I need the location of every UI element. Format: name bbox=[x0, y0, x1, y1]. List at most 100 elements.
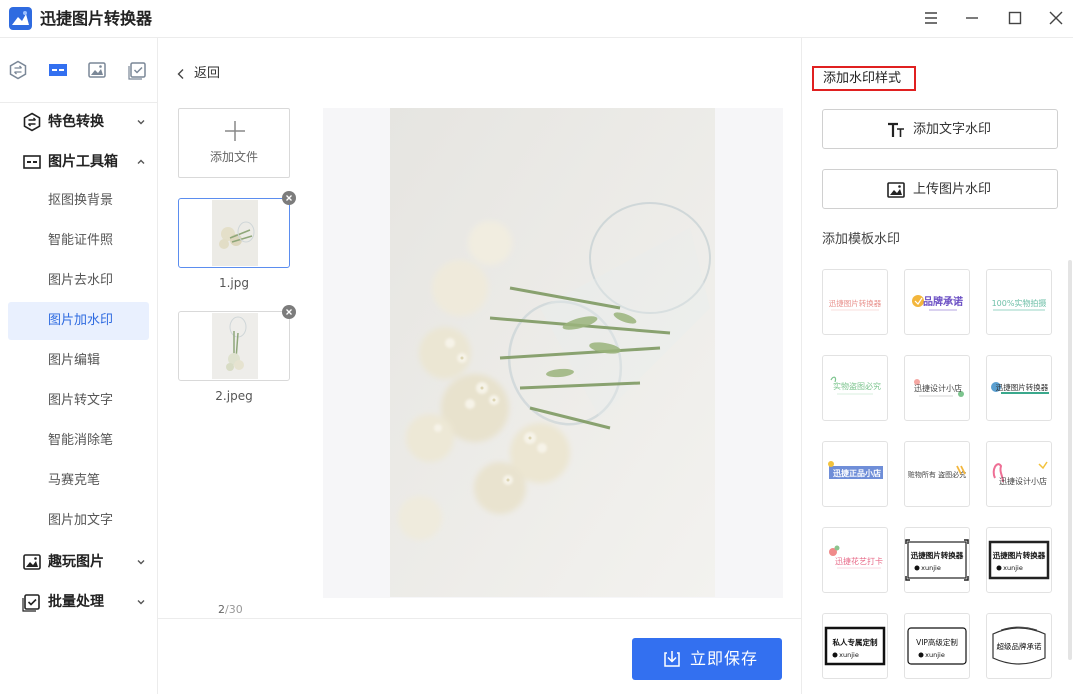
sidebar-item-label: 图片编辑 bbox=[48, 353, 101, 368]
watermark-template-15[interactable]: 超级品牌承诺 bbox=[986, 613, 1052, 679]
file-thumbnail-1[interactable] bbox=[178, 198, 290, 268]
watermark-template-8[interactable]: 赃物所有 盗图必究 bbox=[904, 441, 970, 507]
template-text: 迅捷设计小店 bbox=[999, 476, 1047, 486]
template-text: 迅捷图片转换器 bbox=[996, 382, 1049, 392]
add-text-watermark-label: 添加文字水印 bbox=[913, 122, 992, 137]
sidebar-group-batch[interactable]: 批量处理 bbox=[22, 590, 148, 614]
sidebar-group-special-convert[interactable]: 特色转换 bbox=[22, 110, 148, 134]
sidebar-tab-strip bbox=[0, 38, 157, 103]
template-text: 品牌承诺 bbox=[923, 295, 963, 308]
file-count-total: /30 bbox=[225, 603, 243, 616]
watermark-template-6[interactable]: 迅捷图片转换器 bbox=[986, 355, 1052, 421]
download-icon bbox=[664, 651, 680, 667]
add-text-watermark-button[interactable]: 添加文字水印 bbox=[822, 109, 1058, 149]
sidebar-group-fun-images[interactable]: 趣玩图片 bbox=[22, 550, 148, 574]
add-file-button[interactable]: 添加文件 bbox=[178, 108, 290, 178]
sidebar: 特色转换 图片工具箱 抠图换背景 智能证件照 图片去水印 图片加水印 图片编辑 … bbox=[0, 38, 158, 694]
panel-title-text: 添加水印样式 bbox=[823, 71, 902, 86]
watermark-template-4[interactable]: 实物盗图必究 bbox=[822, 355, 888, 421]
template-preview: 100%实物拍摄 bbox=[992, 298, 1047, 311]
batch-icon bbox=[22, 594, 40, 612]
preview-image bbox=[390, 108, 715, 597]
sidebar-item-image-to-text[interactable]: 图片转文字 bbox=[8, 382, 149, 420]
file-name-1: 1.jpg bbox=[218, 276, 250, 290]
template-text: 100%实物拍摄 bbox=[992, 298, 1047, 308]
maximize-icon bbox=[1008, 11, 1022, 25]
app-title: 迅捷图片转换器 bbox=[40, 9, 153, 28]
tab-batch[interactable] bbox=[128, 60, 148, 80]
watermark-template-13[interactable]: 私人专属定制 xunjie bbox=[822, 613, 888, 679]
watermark-template-10[interactable]: 迅捷花艺打卡 bbox=[822, 527, 888, 593]
tab-toolbox[interactable] bbox=[48, 60, 68, 80]
watermark-template-3[interactable]: 100%实物拍摄 bbox=[986, 269, 1052, 335]
watermark-template-9[interactable]: 迅捷设计小店 bbox=[986, 441, 1052, 507]
remove-file-1-icon[interactable] bbox=[282, 191, 296, 205]
chevron-down-icon bbox=[137, 560, 145, 565]
watermark-template-2[interactable]: 品牌承诺 bbox=[904, 269, 970, 335]
chevron-down-icon bbox=[137, 600, 145, 605]
watermark-template-11[interactable]: 迅捷图片转换器 xunjie bbox=[904, 527, 970, 593]
template-text: 迅捷图片转换器 bbox=[993, 550, 1046, 560]
maximize-button[interactable] bbox=[1006, 9, 1024, 27]
minimize-button[interactable] bbox=[963, 9, 981, 27]
watermark-template-12[interactable]: 迅捷图片转换器 xunjie bbox=[986, 527, 1052, 593]
template-preview: 迅捷设计小店 bbox=[914, 379, 964, 397]
template-text: 迅捷花艺打卡 bbox=[835, 556, 883, 566]
template-text: 迅捷图片转换器 bbox=[911, 550, 964, 560]
sidebar-item-add-text[interactable]: 图片加文字 bbox=[8, 502, 149, 540]
sidebar-item-image-edit[interactable]: 图片编辑 bbox=[8, 342, 149, 380]
text-format-icon bbox=[888, 122, 904, 137]
template-preview: 赃物所有 盗图必究 bbox=[908, 465, 966, 479]
sidebar-item-label: 抠图换背景 bbox=[48, 193, 114, 208]
file-count-current: 2 bbox=[218, 603, 225, 616]
template-preview: 迅捷图片转换器 xunjie bbox=[905, 539, 969, 581]
panel-scrollbar[interactable] bbox=[1068, 260, 1072, 660]
group-label: 趣玩图片 bbox=[48, 554, 104, 570]
group-label: 图片工具箱 bbox=[48, 154, 118, 170]
tab-fun[interactable] bbox=[87, 60, 107, 80]
app-window: 迅捷图片转换器 特色转换 图片工具箱 抠图换背景 智能证件照 图片去水印 图片加… bbox=[0, 0, 1073, 694]
sidebar-item-remove-watermark[interactable]: 图片去水印 bbox=[8, 262, 149, 300]
watermark-template-14[interactable]: VIP高级定制 xunjie bbox=[904, 613, 970, 679]
sidebar-item-id-photo[interactable]: 智能证件照 bbox=[8, 222, 149, 260]
sidebar-item-label: 图片转文字 bbox=[48, 393, 114, 408]
template-preview: 迅捷图片转换器 bbox=[991, 382, 1049, 394]
watermark-template-5[interactable]: 迅捷设计小店 bbox=[904, 355, 970, 421]
template-preview: 实物盗图必究 bbox=[830, 376, 881, 395]
chevron-left-icon bbox=[177, 69, 184, 79]
chevron-up-icon bbox=[137, 159, 145, 164]
sidebar-group-toolbox[interactable]: 图片工具箱 bbox=[22, 150, 148, 174]
save-now-button[interactable]: 立即保存 bbox=[632, 638, 782, 680]
file-count: 2/30 bbox=[218, 603, 243, 617]
menu-button[interactable] bbox=[922, 9, 940, 27]
convert-icon bbox=[23, 112, 41, 132]
sidebar-item-add-watermark[interactable]: 图片加水印 bbox=[8, 302, 149, 340]
file-thumbnail-2[interactable] bbox=[178, 311, 290, 381]
sidebar-item-smart-eraser[interactable]: 智能消除笔 bbox=[8, 422, 149, 460]
upload-image-watermark-button[interactable]: 上传图片水印 bbox=[822, 169, 1058, 209]
watermark-template-7[interactable]: 迅捷正品小店 bbox=[822, 441, 888, 507]
template-preview: VIP高级定制 xunjie bbox=[907, 627, 967, 665]
template-watermark-label: 添加模板水印 bbox=[822, 232, 901, 247]
file-name-2: 2.jpeg bbox=[215, 389, 253, 403]
close-button[interactable] bbox=[1047, 9, 1065, 27]
group-label: 批量处理 bbox=[48, 594, 104, 610]
upload-image-watermark-label: 上传图片水印 bbox=[913, 182, 992, 197]
remove-file-2-icon[interactable] bbox=[282, 305, 296, 319]
title-bar: 迅捷图片转换器 bbox=[0, 0, 1073, 38]
template-subtext: xunjie bbox=[925, 651, 945, 659]
template-preview: 迅捷图片转换器 bbox=[829, 298, 882, 311]
flower-thumbnail-image bbox=[212, 313, 258, 379]
template-text: 迅捷正品小店 bbox=[833, 468, 881, 478]
sidebar-item-label: 图片去水印 bbox=[48, 273, 114, 288]
watermark-style-title: 添加水印样式 bbox=[812, 66, 916, 91]
back-button[interactable]: 返回 bbox=[176, 64, 236, 84]
toolbox-icon bbox=[49, 64, 67, 76]
sidebar-item-cutout-background[interactable]: 抠图换背景 bbox=[8, 182, 149, 220]
template-subtext: xunjie bbox=[1003, 564, 1023, 572]
watermark-template-1[interactable]: 迅捷图片转换器 bbox=[822, 269, 888, 335]
sidebar-item-mosaic-pen[interactable]: 马赛克笔 bbox=[8, 462, 149, 500]
image-icon bbox=[887, 182, 905, 198]
tab-convert[interactable] bbox=[8, 60, 28, 80]
batch-icon bbox=[128, 62, 146, 80]
